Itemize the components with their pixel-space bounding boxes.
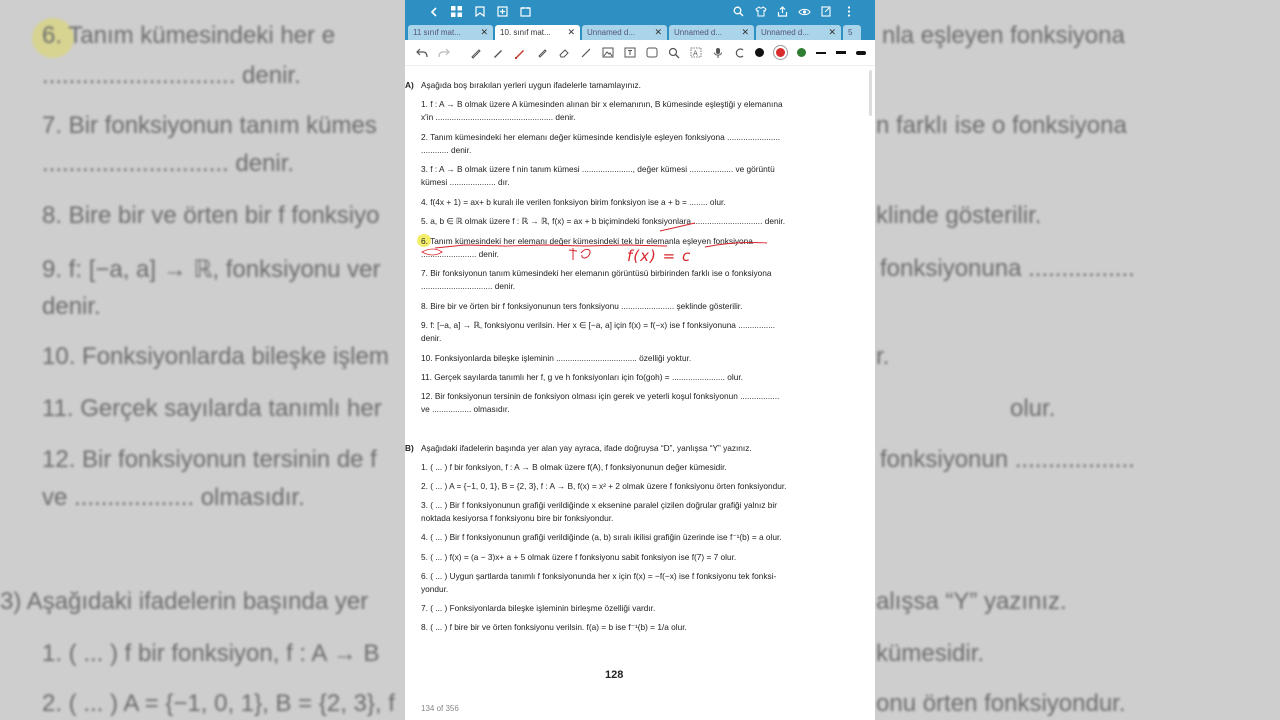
svg-text:A: A	[693, 50, 698, 58]
grid-view-icon[interactable]	[450, 5, 463, 18]
question-line: 6. ( ... ) Uygun şartlarda tanımlı f fon…	[421, 571, 777, 581]
back-chevron-icon[interactable]	[427, 5, 440, 18]
undo-icon[interactable]	[415, 46, 429, 60]
tab-document-5[interactable]: Unnamed d... ✕	[756, 25, 841, 40]
pointer-stroke	[659, 222, 696, 232]
pen-icon[interactable]	[491, 46, 505, 60]
question-line: 12. Bir fonksiyonun tersinin de fonksiyo…	[421, 391, 780, 401]
close-icon[interactable]: ✕	[654, 27, 662, 38]
app-top-bar	[405, 0, 875, 23]
notes-app-window: 11 sınıf mat... ✕ 10. sınıf mat... ✕ Unnam…	[405, 0, 875, 720]
lasso-pencil-icon[interactable]	[469, 46, 483, 60]
stroke-thick-option[interactable]	[856, 50, 866, 55]
question-line: 2. ( ... ) A = {−1, 0, 1}, B = {2, 3}, f…	[421, 481, 787, 491]
tab-document-6[interactable]: 5	[843, 25, 861, 40]
color-green-swatch[interactable]	[797, 48, 806, 57]
handwritten-answer: f(x) = c	[627, 247, 692, 265]
question-line: noktada kesiyorsa f fonksiyonu bire bir …	[421, 513, 614, 523]
tab-label: Unnamed d...	[674, 28, 723, 37]
stroke-medium-option[interactable]	[836, 51, 846, 54]
question-line: 8. ( ... ) f bire bir ve örten fonksiyon…	[421, 622, 687, 632]
microphone-icon[interactable]	[711, 46, 725, 60]
question-line: 8. Bire bir ve örten bir f fonksiyonunun…	[421, 301, 743, 311]
question-line: ve ................. olmasıdır.	[421, 404, 510, 414]
section-b-instruction: Aşağıdaki ifadelerin başında yer alan ya…	[421, 443, 752, 453]
question-line: 7. ( ... ) Fonksiyonlarda bileşke işlemi…	[421, 603, 656, 613]
drawing-toolbar: A	[405, 40, 875, 66]
question-line: 1. ( ... ) f bir fonksiyon, f : A → B ol…	[421, 462, 727, 472]
zoom-icon[interactable]	[667, 46, 681, 60]
document-page: A) Aşağıda boş bırakılan yerleri uygun i…	[405, 65, 875, 720]
section-b-marker: B)	[405, 443, 414, 453]
circle-stroke	[421, 248, 443, 256]
tab-label: 11 sınıf mat...	[413, 28, 461, 37]
underline-stroke	[704, 242, 768, 248]
document-tab-bar: 11 sınıf mat... ✕ 10. sınıf mat... ✕ Unnam…	[405, 23, 875, 40]
close-icon[interactable]: ✕	[828, 27, 836, 38]
page-number: 128	[605, 669, 624, 681]
tab-document-3[interactable]: Unnamed d... ✕	[582, 25, 667, 40]
color-red-swatch[interactable]	[776, 48, 785, 57]
stroke-thin-option[interactable]	[816, 51, 826, 54]
eye-icon[interactable]	[798, 5, 811, 18]
redo-icon[interactable]	[437, 46, 451, 60]
tab-document-1[interactable]: 11 sınıf mat... ✕	[408, 25, 493, 40]
export-icon[interactable]	[519, 5, 532, 18]
text-recognition-icon[interactable]: A	[689, 46, 703, 60]
tab-label: 5	[848, 28, 853, 37]
question-line: 3. ( ... ) Bir f fonksiyonunun grafiği v…	[421, 500, 778, 510]
tab-document-2[interactable]: 10. sınıf mat... ✕	[495, 25, 580, 40]
tab-label: Unnamed d...	[761, 28, 810, 37]
question-line: 10. Fonksiyonlarda bileşke işleminin ...…	[421, 353, 692, 363]
scribble-stroke	[568, 248, 591, 260]
close-icon[interactable]: ✕	[480, 27, 488, 38]
eraser-icon[interactable]	[557, 46, 571, 60]
vertical-scrollbar[interactable]	[869, 70, 872, 116]
color-black-swatch[interactable]	[755, 48, 764, 57]
tab-document-4[interactable]: Unnamed d... ✕	[669, 25, 754, 40]
shape-icon[interactable]	[579, 46, 593, 60]
close-icon[interactable]: ✕	[741, 27, 749, 38]
page-count: 134 of 356	[421, 704, 459, 713]
tab-label: 10. sınıf mat...	[500, 28, 551, 37]
sticker-icon[interactable]	[645, 46, 659, 60]
question-line: denir.	[421, 333, 442, 343]
bookmark-icon[interactable]	[473, 5, 486, 18]
shirt-icon[interactable]	[754, 5, 767, 18]
image-icon[interactable]	[601, 46, 615, 60]
highlighter-icon[interactable]	[513, 46, 527, 60]
brush-icon[interactable]	[535, 46, 549, 60]
tab-label: Unnamed d...	[587, 28, 636, 37]
more-vertical-icon[interactable]	[842, 5, 855, 18]
question-line: yondur.	[421, 584, 449, 594]
search-icon[interactable]	[732, 5, 745, 18]
edit-page-icon[interactable]	[820, 5, 833, 18]
question-line: 5. ( ... ) f(x) = (a − 3)x+ a + 5 olmak …	[421, 552, 737, 562]
text-box-icon[interactable]	[623, 46, 637, 60]
share-icon[interactable]	[776, 5, 789, 18]
question-line: 4. ( ... ) Bir f fonksiyonunun grafiği v…	[421, 532, 782, 542]
question-line: 9. f: [−a, a] → ℝ, fonksiyonu verilsin. …	[421, 320, 776, 330]
question-line: 11. Gerçek sayılarda tanımlı her f, g ve…	[421, 372, 743, 382]
laser-pointer-icon[interactable]	[733, 46, 747, 60]
close-icon[interactable]: ✕	[567, 27, 575, 38]
add-page-icon[interactable]	[496, 5, 509, 18]
